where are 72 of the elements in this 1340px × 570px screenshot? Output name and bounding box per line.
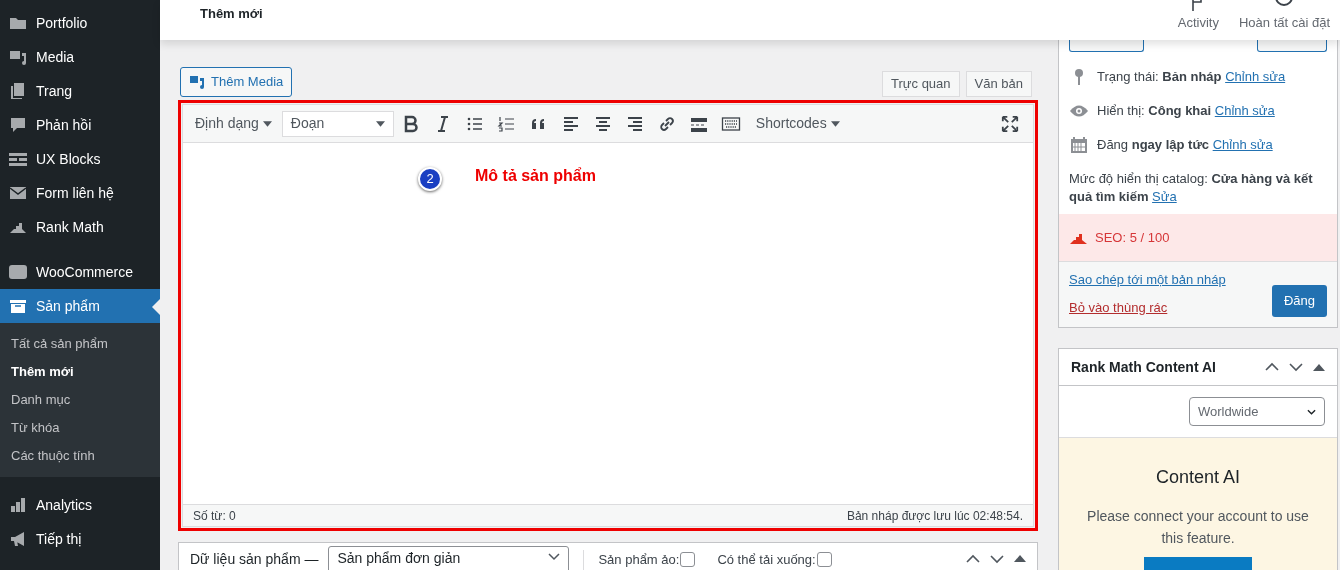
panel-title: Dữ liệu sản phẩm —: [190, 550, 319, 568]
seo-score: SEO: 5 / 100: [1095, 228, 1170, 247]
menu-item[interactable]: Tiếp thị: [0, 522, 160, 556]
panel-title: Rank Math Content AI: [1071, 357, 1216, 377]
menu-item[interactable]: Portfolio: [0, 6, 160, 40]
status-line: Trạng thái: Bản nháp Chỉnh sửa: [1097, 68, 1286, 87]
calendar-icon: [1070, 136, 1088, 154]
product-type-select[interactable]: Sản phẩm đơn giản: [328, 546, 570, 570]
edit-link[interactable]: Chỉnh sửa: [1214, 103, 1275, 119]
chevron-down-icon: [1307, 408, 1316, 415]
triangle-up-icon[interactable]: [1014, 554, 1026, 562]
content-ai-heading: Content AI: [1155, 466, 1241, 489]
header-action-button[interactable]: Activity: [1175, 0, 1221, 40]
connect-message: Please connect your account to use this feature.: [1086, 507, 1310, 548]
chevron-up-icon[interactable]: [966, 554, 980, 564]
chevron-down-icon[interactable]: [1289, 362, 1303, 372]
speech-box-icon: [8, 262, 28, 282]
header-action-button[interactable]: Hoàn tất cài đặt: [1236, 0, 1332, 40]
editor-tab[interactable]: Trực quan: [882, 71, 960, 97]
trash-link[interactable]: Bỏ vào thùng rác: [1069, 297, 1226, 317]
submenu-item[interactable]: Danh mục: [0, 386, 160, 414]
copy-draft-link[interactable]: Sao chép tới một bản nháp: [1069, 270, 1226, 290]
status-line: Đăng ngay lập tức Chỉnh sửa: [1097, 136, 1273, 155]
status-line: Hiển thị: Công khai Chỉnh sửa: [1097, 102, 1275, 121]
speech-bubble-icon: [8, 115, 28, 135]
menu-item[interactable]: Analytics: [0, 488, 160, 522]
checkbox[interactable]: [816, 552, 832, 567]
eye-icon: [1069, 104, 1089, 118]
menu-item[interactable]: UX Blocks: [0, 142, 160, 176]
checkbox-label: Có thể tải xuống:: [717, 551, 816, 568]
menu-item[interactable]: Trang: [0, 74, 160, 108]
step-number-badge: 2: [418, 167, 442, 191]
menu-item[interactable]: Rank Math: [0, 210, 160, 244]
menu-item[interactable]: Media: [0, 40, 160, 74]
edit-link[interactable]: Sửa: [1152, 189, 1177, 204]
editor-tab[interactable]: Văn bản: [965, 71, 1032, 97]
camera-note-icon: [189, 74, 205, 90]
word-count: Số từ: 0: [193, 507, 236, 525]
menu-item[interactable]: Phản hồi: [0, 108, 160, 142]
catalog-visibility-text: Mức độ hiển thị catalog: Cửa hàng và kết quả tìm kiếm Sửa: [1068, 170, 1314, 206]
caret-icon: [262, 120, 272, 127]
submenu-item[interactable]: Các thuộc tính: [0, 442, 160, 470]
expand-icon: [1001, 114, 1019, 133]
menu-item[interactable]: WooCommerce: [0, 255, 160, 289]
checkbox[interactable]: [680, 552, 696, 567]
checkbox-label: Sản phẩm ảo:: [598, 551, 680, 568]
button-edge[interactable]: [1069, 40, 1144, 52]
triangle-up-icon[interactable]: [1313, 363, 1325, 371]
annotation-label: Mô tả sản phẩm: [475, 166, 596, 186]
chevron-down-icon: [548, 553, 561, 561]
autosave-status: Bản nháp được lưu lúc 02:48:54.: [846, 507, 1023, 525]
edit-link[interactable]: Chỉnh sửa: [1212, 137, 1273, 153]
submenu-item[interactable]: Tất cả sản phẩm: [0, 330, 160, 358]
menu-item[interactable]: Sản phẩm: [0, 289, 160, 323]
chevron-up-icon[interactable]: [1265, 362, 1279, 372]
caret-icon: [375, 120, 385, 127]
menu-item[interactable]: Form liên hệ: [0, 176, 160, 210]
paragraph-select[interactable]: Đoạn: [281, 110, 394, 137]
submenu-item[interactable]: Thêm mới: [0, 358, 160, 386]
page-title: Thêm mới: [200, 5, 263, 23]
bar-chart-icon: [8, 495, 28, 515]
caret-icon: [830, 120, 840, 127]
pin-icon: [1072, 68, 1086, 86]
edit-link[interactable]: Chỉnh sửa: [1225, 69, 1286, 85]
format-menu[interactable]: Định dạng: [191, 109, 276, 138]
shortcodes-menu[interactable]: Shortcodes: [753, 109, 842, 138]
publish-button[interactable]: Đăng: [1271, 285, 1327, 317]
region-select[interactable]: Worldwide: [1189, 397, 1325, 426]
chevron-down-icon[interactable]: [990, 554, 1004, 564]
submenu-item[interactable]: Từ khóa: [0, 414, 160, 442]
add-media-button[interactable]: Thêm Media: [180, 67, 293, 97]
button-edge[interactable]: [1257, 40, 1327, 52]
